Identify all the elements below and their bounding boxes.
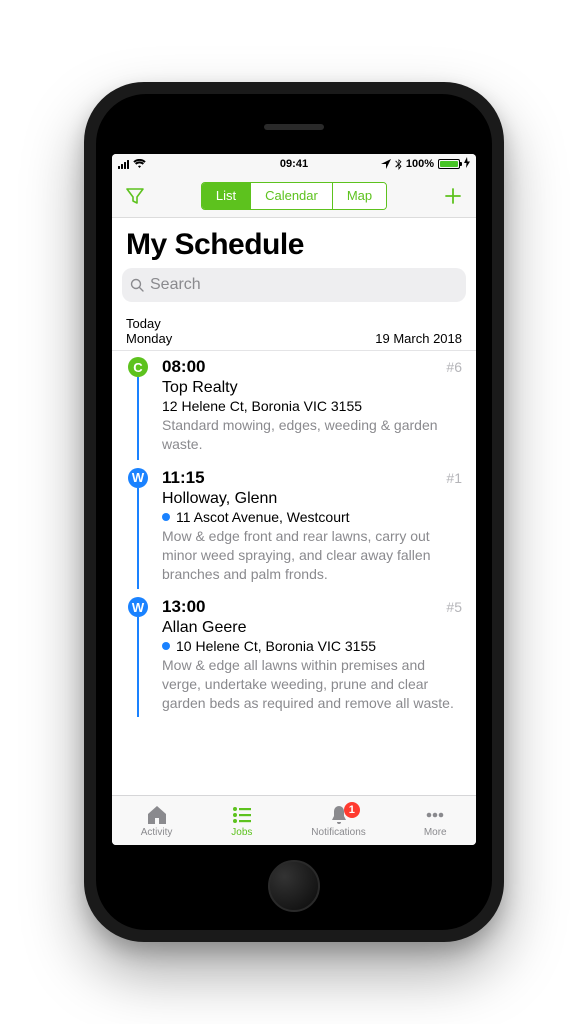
date-header: Today Monday 19 March 2018 (112, 310, 476, 351)
charging-icon (464, 157, 470, 171)
ellipsis-icon (423, 804, 447, 826)
view-segmented-control: List Calendar Map (201, 182, 387, 210)
tab-notifications[interactable]: 1 Notifications (311, 804, 365, 838)
job-list[interactable]: C 08:00 #6 Top Realty12 Helene Ct, Boronia … (112, 351, 476, 795)
tab-label: Jobs (231, 827, 252, 838)
job-number: #5 (446, 599, 462, 615)
date-full: 19 March 2018 (375, 331, 462, 346)
job-description: Mow & edge front and rear lawns, carry o… (162, 527, 462, 584)
status-dot-icon (162, 642, 170, 650)
job-address: 10 Helene Ct, Boronia VIC 3155 (162, 638, 462, 654)
filter-button[interactable] (122, 186, 148, 206)
signal-icon (118, 160, 129, 169)
job-marker: C (128, 357, 148, 377)
segment-map[interactable]: Map (332, 183, 386, 209)
status-bar: 09:41 100% (112, 154, 476, 174)
timeline: W (126, 468, 150, 584)
job-body: 13:00 #5 Allan Geere10 Helene Ct, Boronia … (150, 597, 462, 713)
timeline-line (137, 377, 139, 460)
phone-frame: 09:41 100% (84, 82, 504, 942)
segment-calendar[interactable]: Calendar (250, 183, 332, 209)
phone-inner: 09:41 100% (96, 94, 492, 930)
funnel-icon (125, 186, 145, 206)
page-title: My Schedule (126, 228, 462, 262)
job-body: 11:15 #1 Holloway, Glenn11 Ascot Avenue, W… (150, 468, 462, 584)
tab-label: Notifications (311, 827, 365, 838)
wifi-icon (133, 159, 146, 169)
list-icon (230, 804, 254, 826)
timeline: W (126, 597, 150, 713)
notification-badge: 1 (344, 802, 360, 818)
timeline: C (126, 357, 150, 454)
job-time: 11:15 (162, 468, 205, 488)
timeline-line (137, 488, 139, 590)
nav-bar: List Calendar Map (112, 174, 476, 218)
job-number: #1 (446, 470, 462, 486)
tab-jobs[interactable]: Jobs (230, 804, 254, 838)
job-time: 08:00 (162, 357, 205, 377)
battery-percentage: 100% (406, 158, 434, 170)
date-weekday: Monday (126, 331, 172, 346)
search-input[interactable] (150, 276, 458, 294)
plus-icon (442, 185, 464, 207)
job-description: Standard mowing, edges, weeding & garden… (162, 416, 462, 454)
timeline-line (137, 617, 139, 717)
tab-more[interactable]: More (423, 804, 447, 838)
job-body: 08:00 #6 Top Realty12 Helene Ct, Boronia V… (150, 357, 462, 454)
home-icon (145, 804, 169, 826)
title-row: My Schedule (112, 218, 476, 268)
add-button[interactable] (440, 185, 466, 207)
job-client: Allan Geere (162, 619, 462, 637)
tab-bar: Activity Jobs 1 Notifications (112, 795, 476, 845)
status-dot-icon (162, 513, 170, 521)
job-item[interactable]: W 13:00 #5 Allan Geere10 Helene Ct, Boronia… (126, 597, 462, 727)
job-time: 13:00 (162, 597, 205, 617)
job-client: Top Realty (162, 379, 462, 397)
battery-icon (438, 159, 460, 169)
job-client: Holloway, Glenn (162, 490, 462, 508)
job-address: 12 Helene Ct, Boronia VIC 3155 (162, 398, 462, 414)
job-item[interactable]: W 11:15 #1 Holloway, Glenn11 Ascot Avenue, … (126, 468, 462, 598)
location-icon (381, 159, 391, 169)
job-marker: W (128, 468, 148, 488)
tab-activity[interactable]: Activity (141, 804, 173, 838)
job-marker: W (128, 597, 148, 617)
date-relative: Today (126, 316, 462, 331)
search-icon (130, 278, 144, 292)
status-left (118, 159, 146, 169)
search-field[interactable] (122, 268, 466, 302)
job-description: Mow & edge all lawns within premises and… (162, 656, 462, 713)
search-wrap (112, 268, 476, 310)
home-button[interactable] (268, 860, 320, 912)
bluetooth-icon (395, 159, 402, 170)
tab-label: More (424, 827, 447, 838)
status-time: 09:41 (280, 158, 308, 170)
phone-speaker (264, 124, 324, 130)
segment-list[interactable]: List (202, 183, 250, 209)
job-number: #6 (446, 359, 462, 375)
screen: 09:41 100% (112, 154, 476, 845)
status-right: 100% (381, 157, 470, 171)
job-item[interactable]: C 08:00 #6 Top Realty12 Helene Ct, Boronia … (126, 357, 462, 468)
tab-label: Activity (141, 827, 173, 838)
job-address: 11 Ascot Avenue, Westcourt (162, 509, 462, 525)
